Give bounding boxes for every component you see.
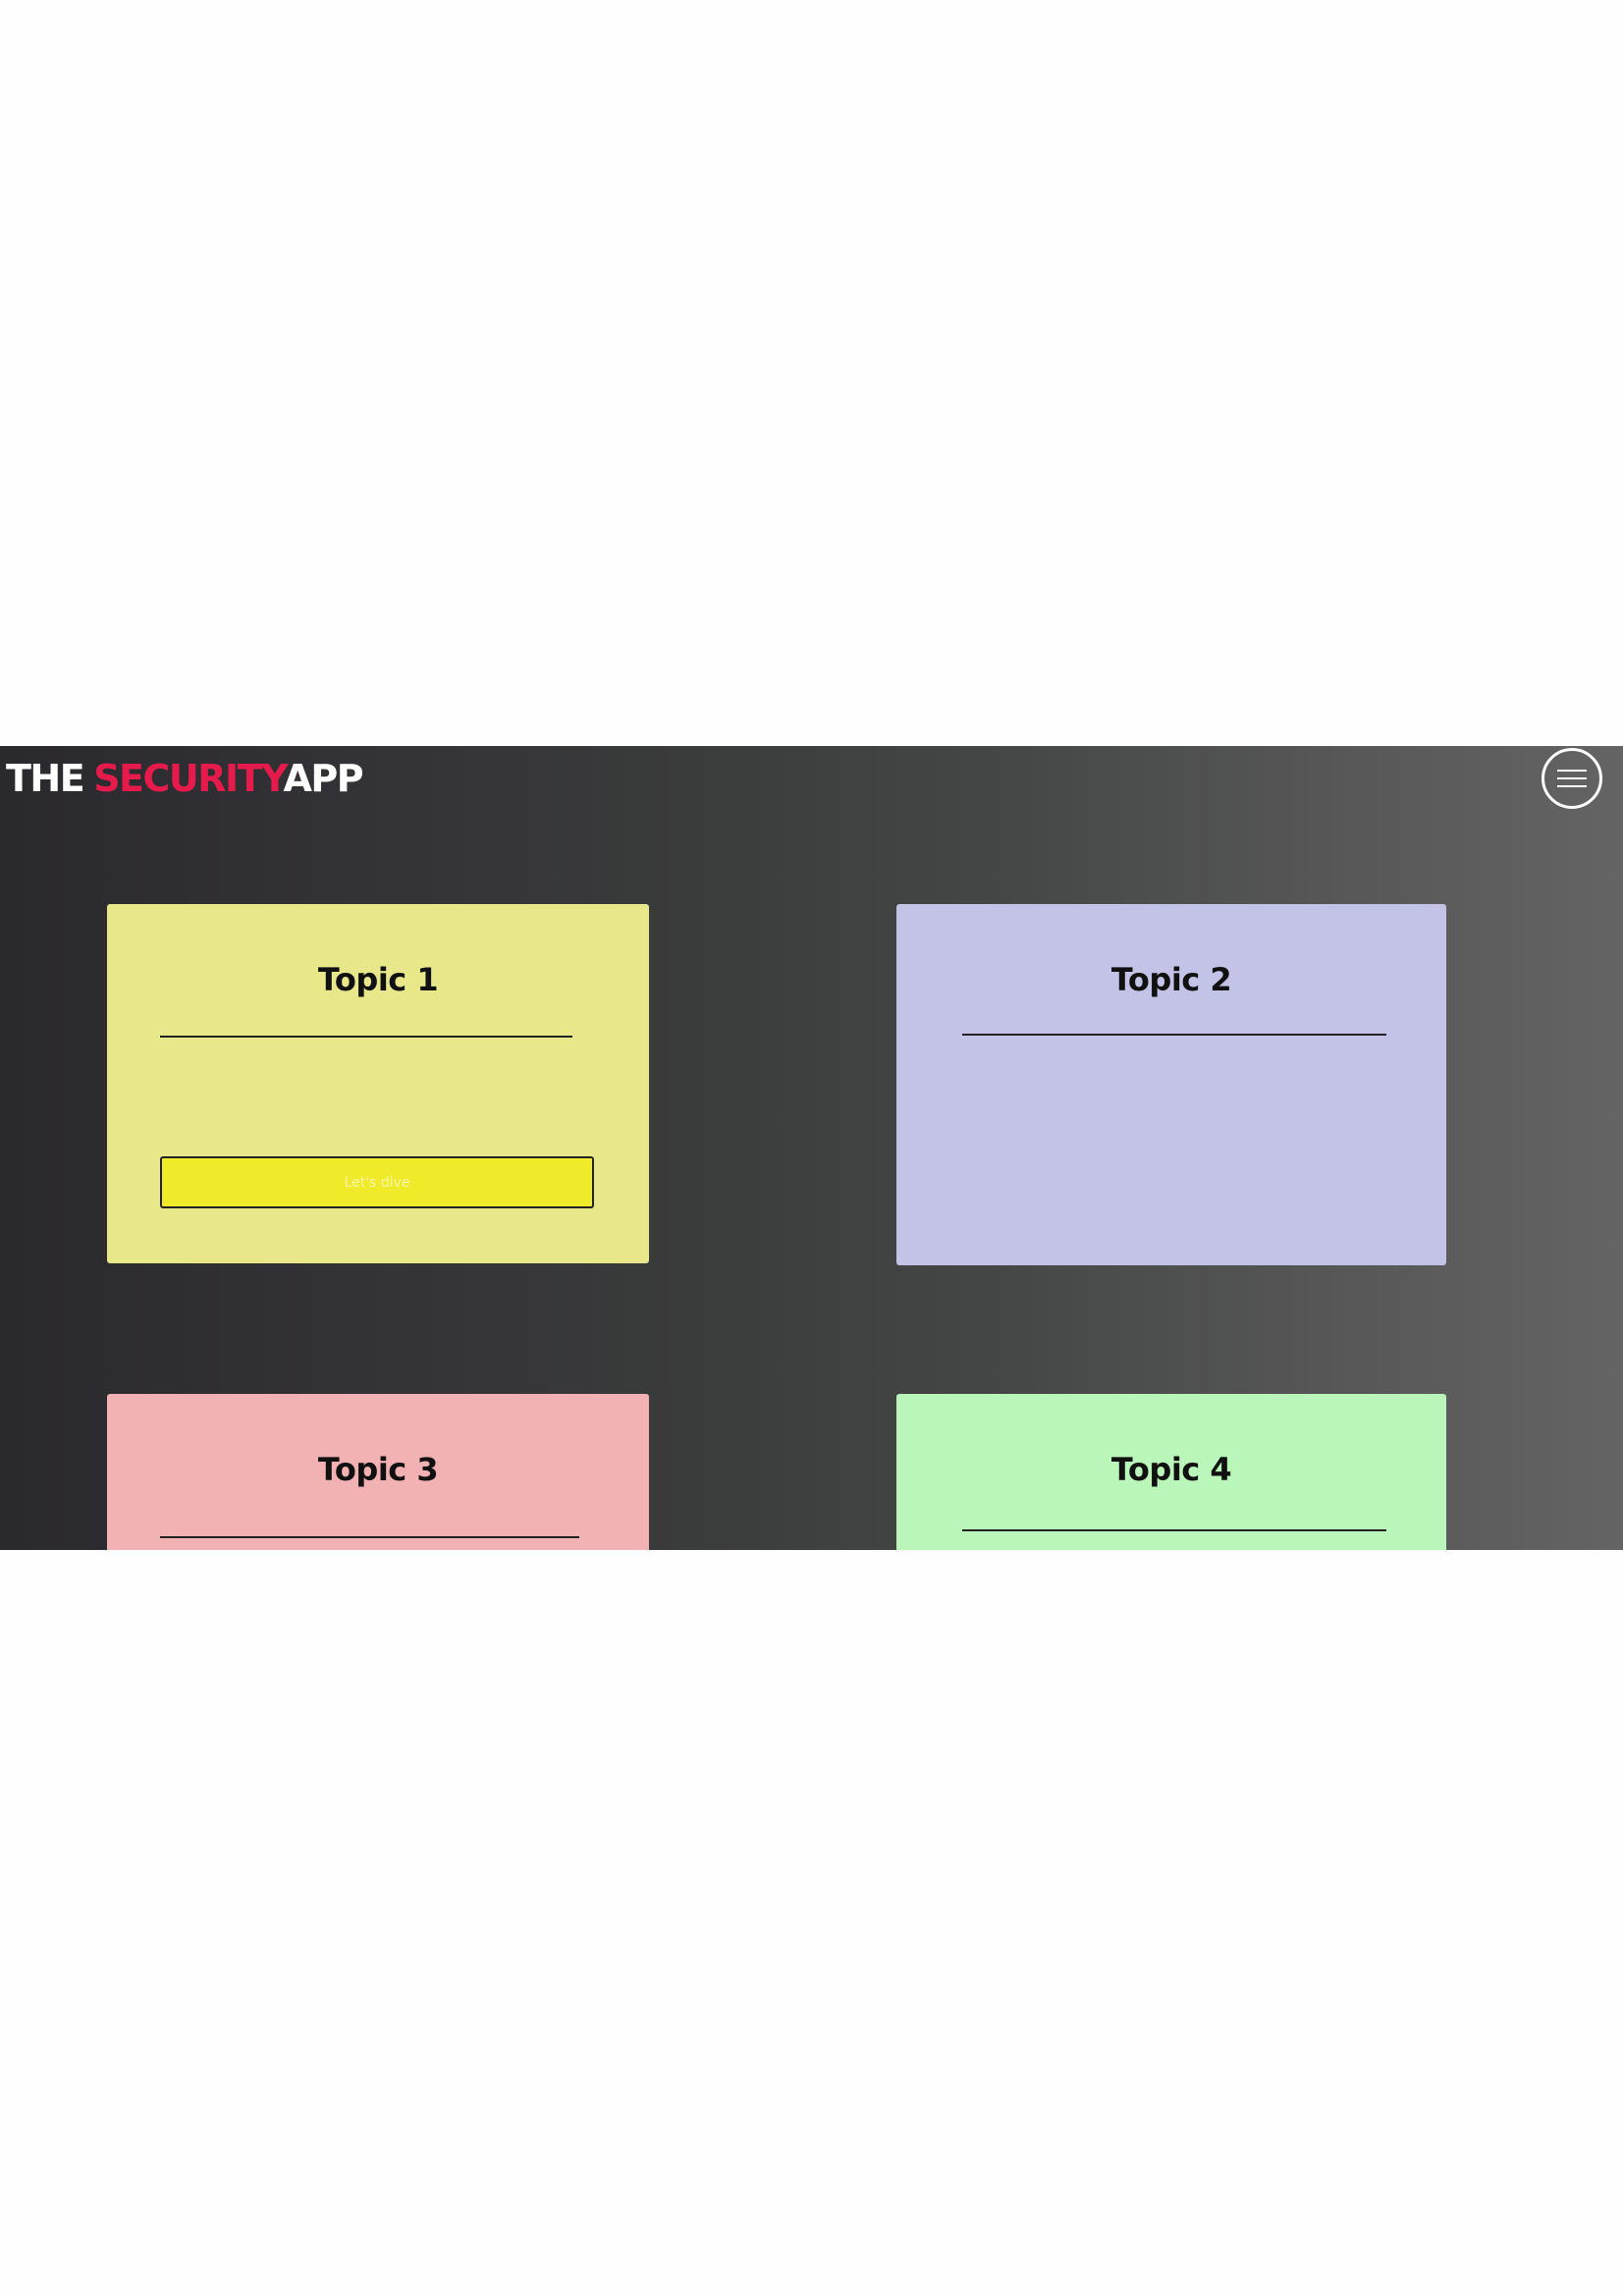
- brand-logo[interactable]: THE SECURITYAPP: [6, 757, 364, 800]
- topic-card-title: Topic 1: [317, 961, 439, 998]
- hamburger-menu-icon: [1557, 770, 1587, 787]
- page: THE SECURITYAPP Topic 1 Let's dive Topic …: [0, 0, 1623, 2296]
- topic-card-title: Topic 4: [1110, 1451, 1232, 1488]
- lets-dive-button[interactable]: Let's dive: [160, 1156, 594, 1208]
- divider: [160, 1536, 579, 1538]
- topic-card-4[interactable]: Topic 4: [896, 1394, 1446, 1550]
- app-viewport: THE SECURITYAPP Topic 1 Let's dive Topic …: [0, 746, 1623, 1550]
- topic-card-title: Topic 3: [317, 1451, 439, 1488]
- topic-card-3[interactable]: Topic 3: [107, 1394, 649, 1550]
- topic-card-2[interactable]: Topic 2: [896, 904, 1446, 1265]
- divider: [962, 1034, 1386, 1036]
- menu-button[interactable]: [1542, 748, 1602, 809]
- brand-word-app: APP: [283, 757, 363, 800]
- topic-card-title: Topic 2: [1110, 961, 1232, 998]
- brand-word-the: THE: [6, 757, 85, 800]
- divider: [160, 1036, 572, 1038]
- divider: [962, 1529, 1386, 1531]
- topic-card-1[interactable]: Topic 1 Let's dive: [107, 904, 649, 1263]
- brand-word-security: SECURITY: [93, 757, 285, 800]
